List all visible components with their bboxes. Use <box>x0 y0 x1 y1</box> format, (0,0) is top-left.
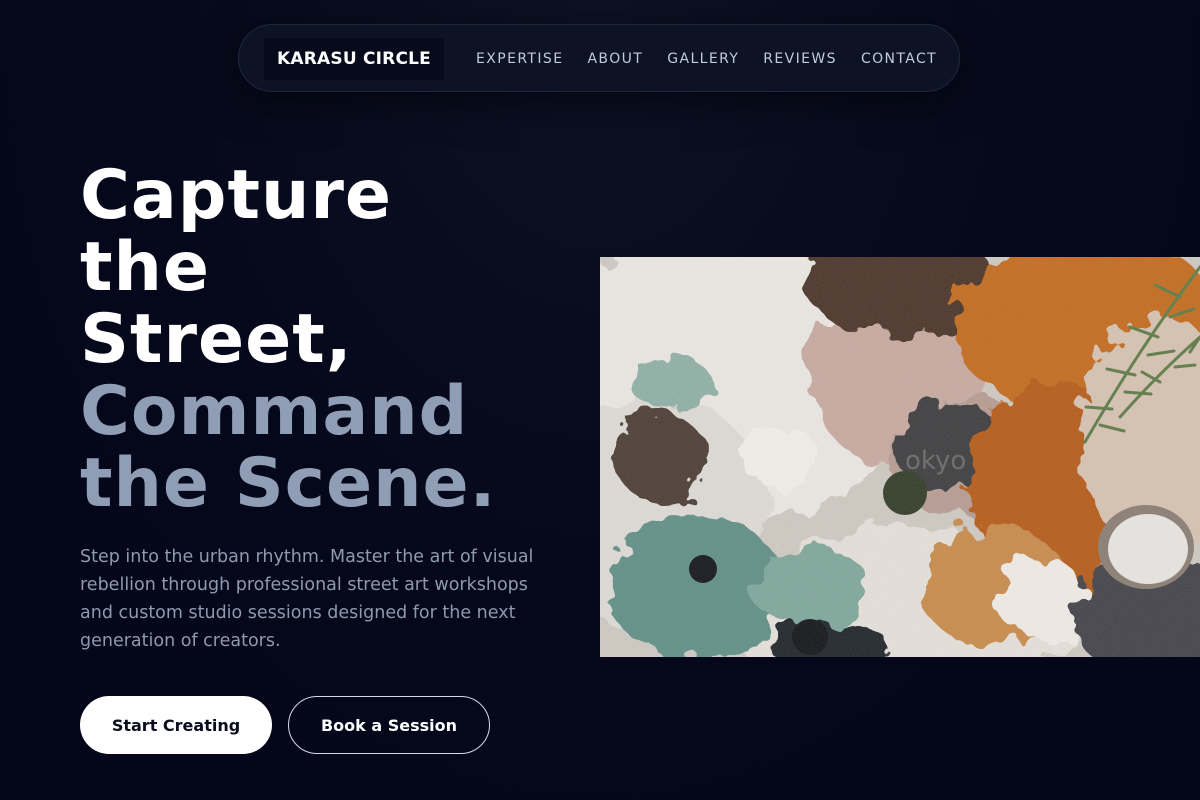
brand-logo[interactable]: KARASU CIRCLE <box>264 38 444 80</box>
headline-line-1: Capture <box>80 156 393 235</box>
headline-line-3: Street, <box>80 300 353 379</box>
image-watermark: okyo <box>905 446 966 476</box>
headline-line-4: Command <box>80 372 469 451</box>
start-creating-button[interactable]: Start Creating <box>80 696 272 754</box>
hero-subtitle: Step into the urban rhythm. Master the a… <box>80 547 534 651</box>
nav-links: EXPERTISE ABOUT GALLERY REVIEWS CONTACT <box>476 25 937 93</box>
headline-line-2: the <box>80 228 211 307</box>
nav-link-reviews[interactable]: REVIEWS <box>763 51 837 67</box>
nav-link-about[interactable]: ABOUT <box>587 51 643 67</box>
paint-texture-illustration: okyo <box>600 257 1200 657</box>
nav-link-gallery[interactable]: GALLERY <box>667 51 739 67</box>
hero-paint-image: okyo <box>600 257 1200 657</box>
headline-line-5: the Scene. <box>80 444 497 523</box>
book-session-button[interactable]: Book a Session <box>288 696 490 754</box>
hero-headline: Capture the Street, Command the Scene. <box>80 160 496 520</box>
nav-link-contact[interactable]: CONTACT <box>861 51 937 67</box>
nav-link-expertise[interactable]: EXPERTISE <box>476 51 563 67</box>
top-navigation: KARASU CIRCLE EXPERTISE ABOUT GALLERY RE… <box>238 24 960 92</box>
